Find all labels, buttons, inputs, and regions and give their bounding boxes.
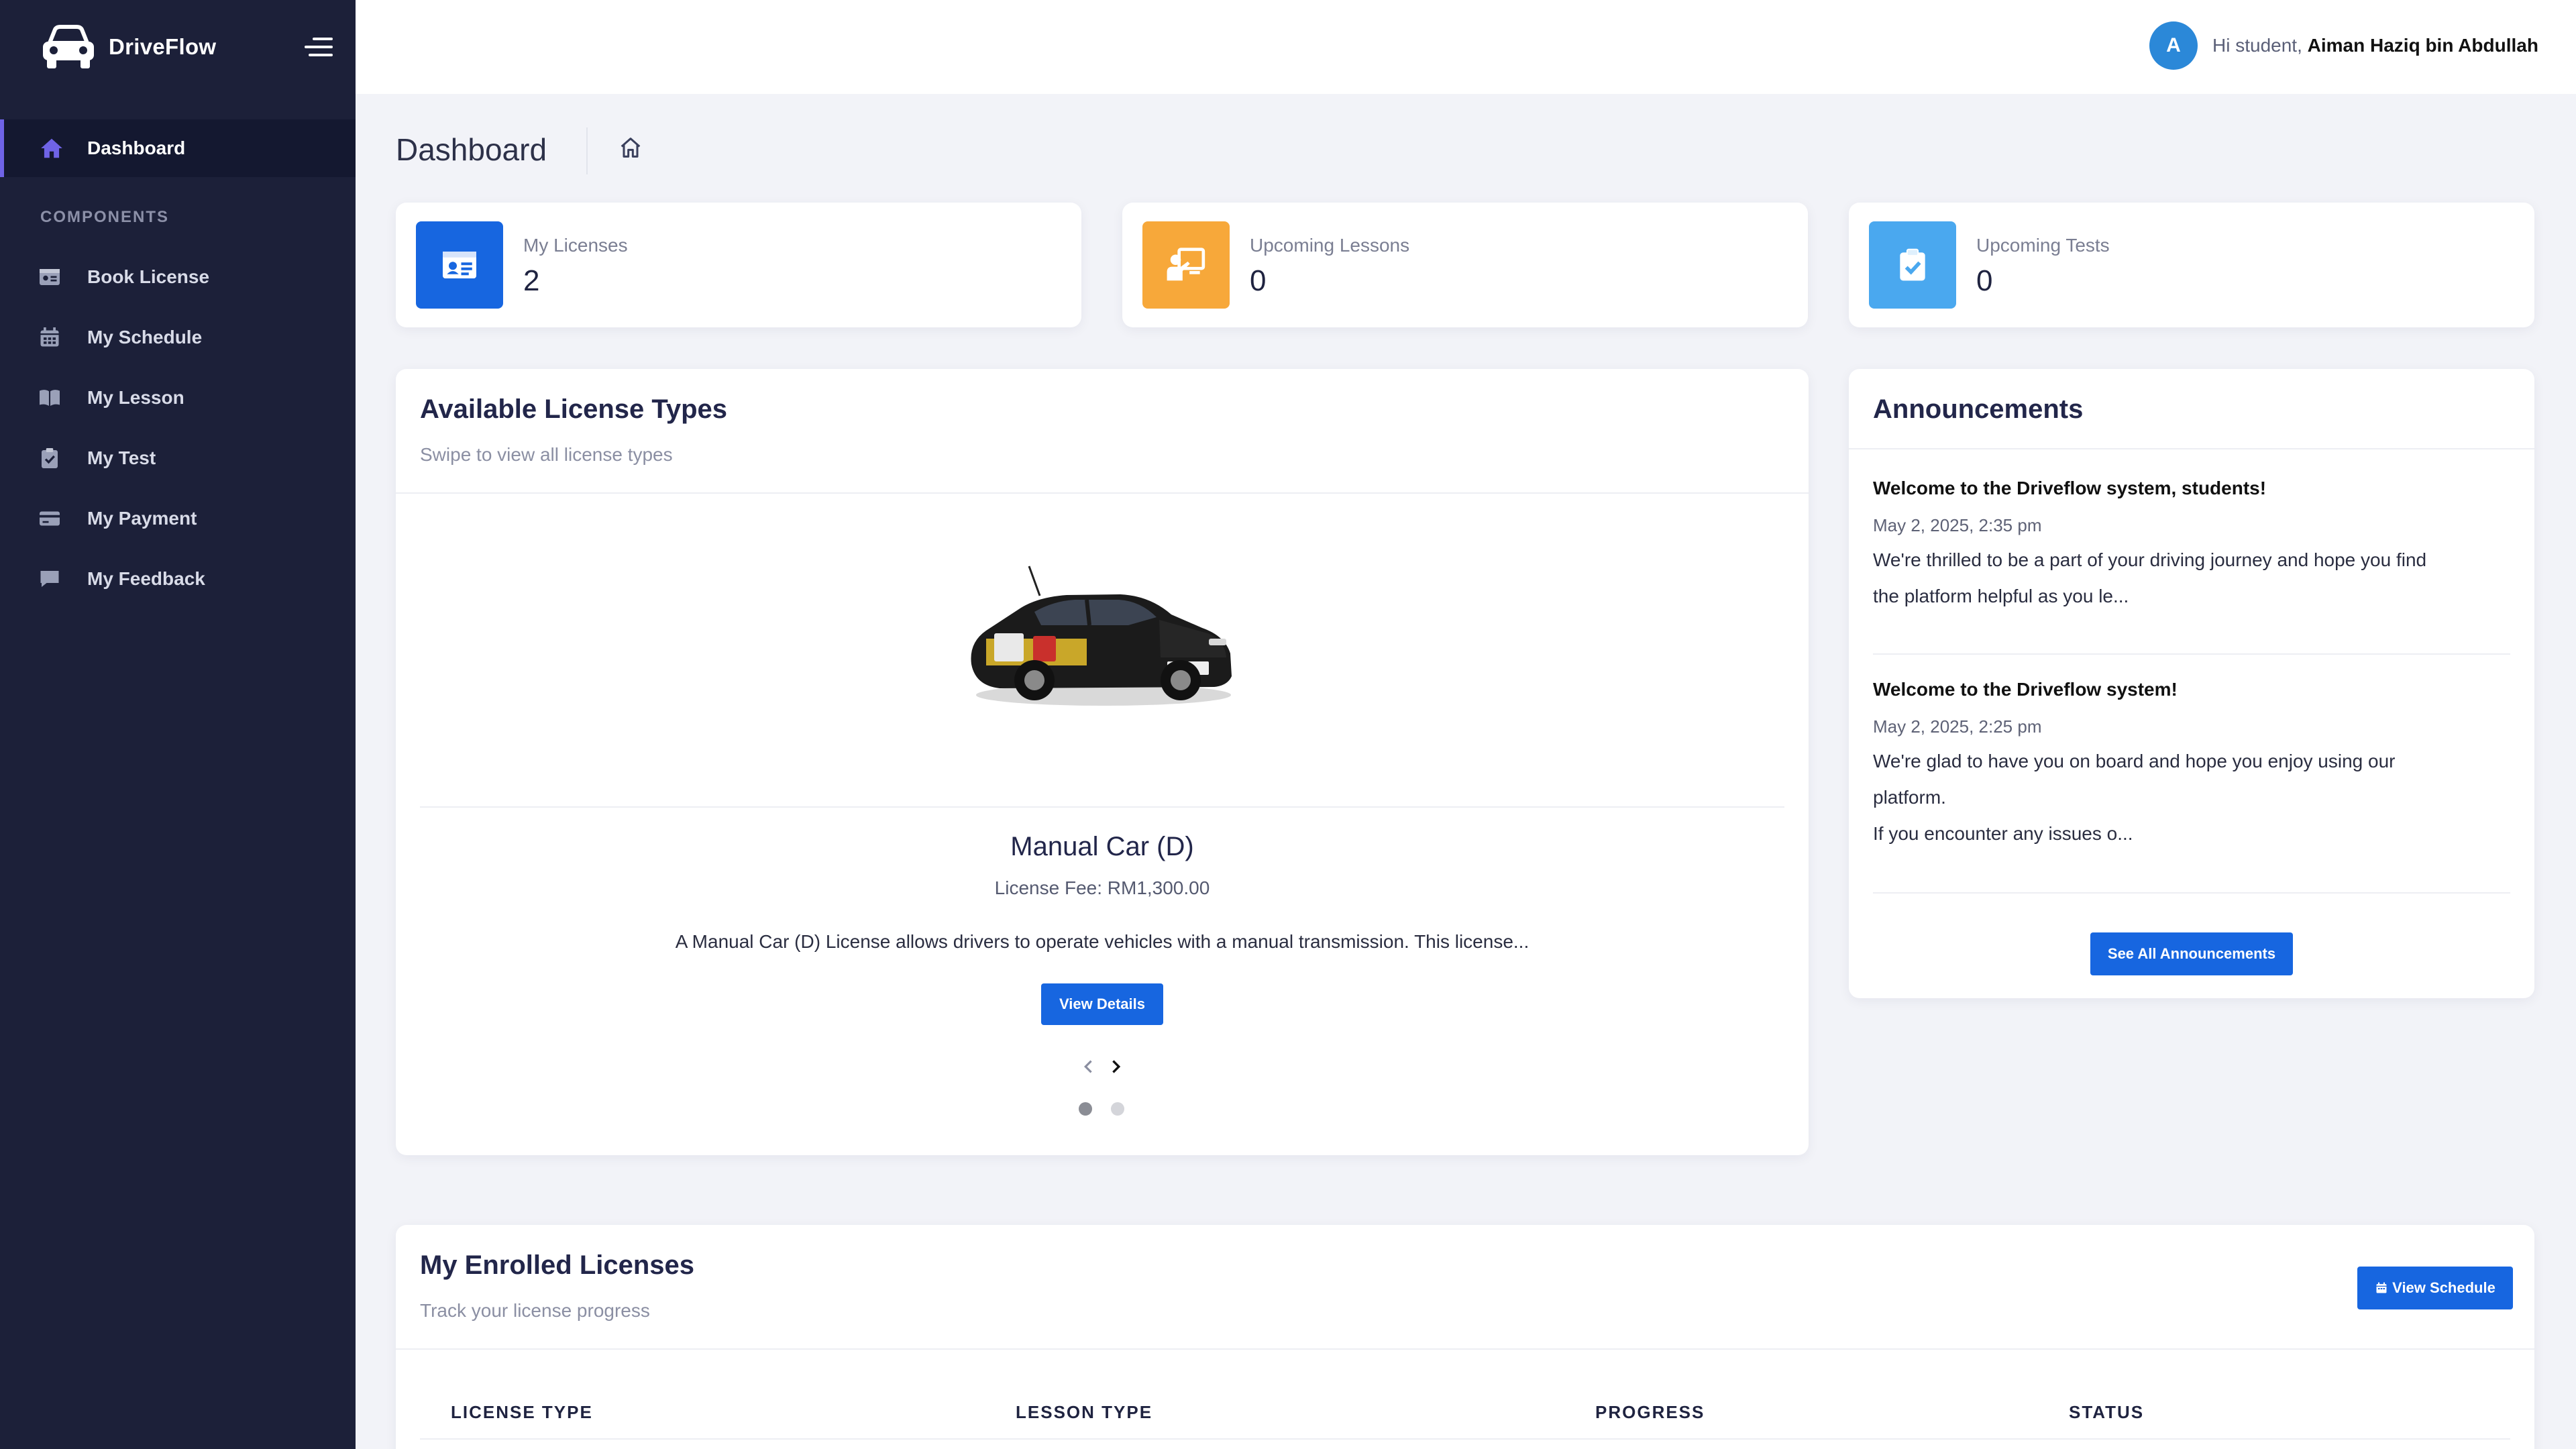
license-description: A Manual Car (D) License allows drivers … bbox=[675, 931, 1529, 952]
stat-value: 0 bbox=[1976, 264, 1993, 297]
announcement-body: We're glad to have you on board and hope… bbox=[1873, 743, 2517, 852]
user-name: Aiman Haziq bin Abdullah bbox=[2307, 35, 2538, 56]
sidebar-item-my-test[interactable]: My Test bbox=[0, 435, 356, 482]
announcement-body-line: platform. bbox=[1873, 787, 1946, 808]
calendar-icon bbox=[2376, 1282, 2387, 1293]
announcement-body-line: the platform helpful as you le... bbox=[1873, 586, 2129, 606]
sidebar-item-book-license[interactable]: Book License bbox=[0, 254, 356, 301]
carousel-dot[interactable] bbox=[1111, 1102, 1124, 1116]
clipboard-check-icon bbox=[1869, 221, 1956, 309]
card-subtitle: Track your license progress bbox=[420, 1300, 650, 1321]
sidebar-section-heading: COMPONENTS bbox=[40, 208, 170, 226]
divider bbox=[1849, 448, 2534, 449]
stat-card-upcoming-lessons[interactable]: Upcoming Lessons 0 bbox=[1122, 203, 1808, 327]
sidebar-item-label: Dashboard bbox=[87, 138, 186, 158]
announcement-body: We're thrilled to be a part of your driv… bbox=[1873, 542, 2517, 614]
view-details-button[interactable]: View Details bbox=[1041, 983, 1163, 1025]
announcement-title[interactable]: Welcome to the Driveflow system, student… bbox=[1873, 478, 2266, 499]
see-all-announcements-button[interactable]: See All Announcements bbox=[2090, 932, 2293, 975]
divider bbox=[420, 1438, 2510, 1440]
table-header-progress[interactable]: PROGRESS bbox=[1595, 1402, 1705, 1423]
page-title: Dashboard bbox=[396, 132, 547, 167]
brand-name: DriveFlow bbox=[109, 34, 217, 59]
sidebar: DriveFlow Dashboard COMPONENTS Book Lice… bbox=[0, 0, 356, 1449]
carousel-next-icon[interactable] bbox=[1102, 1053, 1129, 1080]
chalkboard-teacher-icon bbox=[1142, 221, 1230, 309]
sidebar-item-my-schedule[interactable]: My Schedule bbox=[0, 314, 356, 361]
divider bbox=[396, 1348, 2534, 1350]
card-title: Available License Types bbox=[420, 394, 727, 424]
sidebar-item-my-lesson[interactable]: My Lesson bbox=[0, 374, 356, 421]
credit-card-icon bbox=[40, 511, 60, 526]
enrolled-licenses-card: My Enrolled Licenses Track your license … bbox=[396, 1225, 2534, 1449]
announcement-date: May 2, 2025, 2:35 pm bbox=[1873, 515, 2042, 535]
license-name: Manual Car (D) bbox=[1010, 832, 1194, 861]
title-divider bbox=[586, 127, 588, 174]
comment-icon bbox=[40, 571, 59, 587]
stat-card-upcoming-tests[interactable]: Upcoming Tests 0 bbox=[1849, 203, 2534, 327]
stat-label: Upcoming Tests bbox=[1976, 235, 2110, 256]
sidebar-item-label: Book License bbox=[87, 266, 210, 287]
announcement-body-line: If you encounter any issues o... bbox=[1873, 823, 2133, 844]
divider bbox=[420, 806, 1784, 808]
sidebar-item-label: My Payment bbox=[87, 508, 197, 529]
table-header-lesson-type[interactable]: LESSON TYPE bbox=[1016, 1402, 1152, 1423]
announcement-body-line: We're glad to have you on board and hope… bbox=[1873, 751, 2396, 771]
home-breadcrumb-icon[interactable] bbox=[617, 134, 644, 161]
avatar[interactable]: A bbox=[2149, 21, 2198, 70]
license-types-card: Available License Types Swipe to view al… bbox=[396, 369, 1809, 1155]
divider bbox=[1873, 653, 2510, 655]
card-title: Announcements bbox=[1873, 394, 2084, 424]
license-fee: License Fee: RM1,300.00 bbox=[994, 877, 1210, 898]
greeting-prefix: Hi student, bbox=[2212, 35, 2308, 56]
sidebar-item-label: My Test bbox=[87, 447, 156, 468]
announcement-title[interactable]: Welcome to the Driveflow system! bbox=[1873, 679, 2178, 700]
id-card-icon bbox=[40, 269, 60, 285]
id-card-icon bbox=[416, 221, 503, 309]
brand-logo[interactable]: DriveFlow bbox=[40, 20, 216, 74]
carousel-dot-active[interactable] bbox=[1079, 1102, 1092, 1116]
menu-toggle-icon[interactable] bbox=[301, 34, 333, 60]
card-subtitle: Swipe to view all license types bbox=[420, 444, 673, 465]
divider bbox=[1873, 892, 2510, 894]
sidebar-item-dashboard[interactable]: Dashboard bbox=[0, 119, 356, 177]
sidebar-item-label: My Schedule bbox=[87, 327, 203, 347]
stat-value: 0 bbox=[1250, 264, 1267, 297]
stat-label: My Licenses bbox=[523, 235, 628, 256]
announcement-body-line: We're thrilled to be a part of your driv… bbox=[1873, 549, 2427, 570]
divider bbox=[396, 492, 1809, 494]
home-icon bbox=[41, 138, 62, 158]
clipboard-check-icon bbox=[42, 448, 58, 468]
sidebar-item-label: My Feedback bbox=[87, 568, 205, 589]
car-image bbox=[971, 566, 1232, 706]
view-schedule-button[interactable]: View Schedule bbox=[2357, 1267, 2513, 1309]
sidebar-item-label: My Lesson bbox=[87, 387, 184, 408]
sidebar-item-my-payment[interactable]: My Payment bbox=[0, 495, 356, 542]
card-title: My Enrolled Licenses bbox=[420, 1250, 695, 1280]
button-label: View Schedule bbox=[2392, 1279, 2496, 1296]
announcements-card: Announcements Welcome to the Driveflow s… bbox=[1849, 369, 2534, 998]
stat-card-licenses[interactable]: My Licenses 2 bbox=[396, 203, 1081, 327]
announcement-date: May 2, 2025, 2:25 pm bbox=[1873, 716, 2042, 737]
calendar-icon bbox=[40, 327, 59, 347]
carousel-prev-icon[interactable] bbox=[1075, 1053, 1102, 1080]
car-logo-icon bbox=[43, 25, 94, 68]
table-header-status[interactable]: STATUS bbox=[2069, 1402, 2144, 1423]
stat-label: Upcoming Lessons bbox=[1250, 235, 1410, 256]
sidebar-item-my-feedback[interactable]: My Feedback bbox=[0, 555, 356, 602]
book-icon bbox=[40, 390, 60, 406]
stat-value: 2 bbox=[523, 264, 540, 297]
table-header-license-type[interactable]: LICENSE TYPE bbox=[451, 1402, 593, 1423]
user-greeting[interactable]: Hi student, Aiman Haziq bin Abdullah bbox=[2212, 35, 2538, 56]
